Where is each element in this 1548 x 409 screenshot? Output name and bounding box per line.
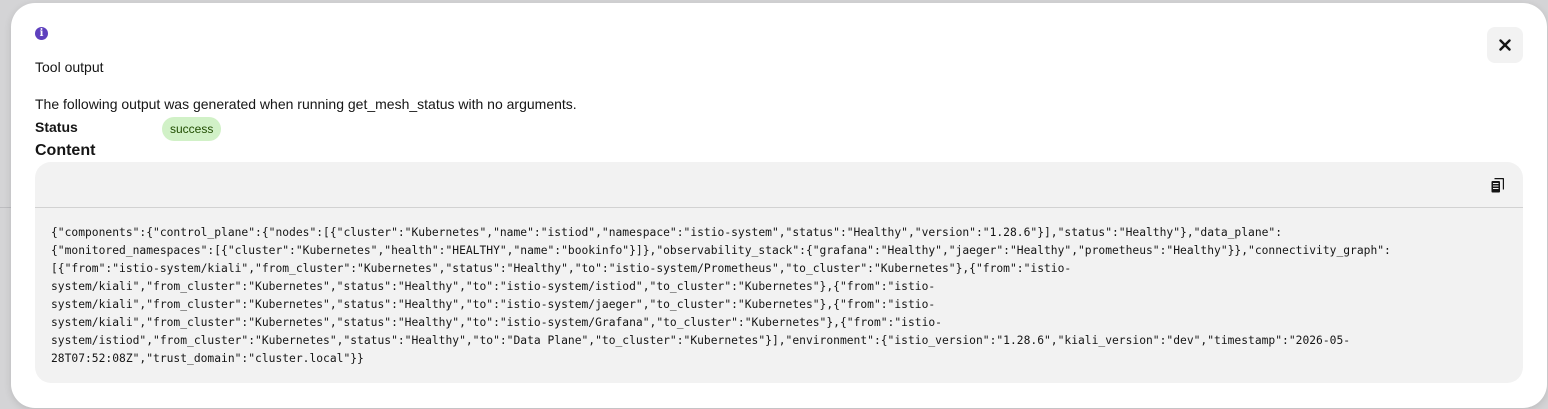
code-line: system/kiali","from_cluster":"Kubernetes… (51, 316, 942, 329)
code-block-header (35, 162, 1523, 208)
content-heading: Content (35, 142, 96, 159)
backdrop-divider (0, 207, 11, 208)
code-line: [{"from":"istio-system/kiali","from_clus… (51, 262, 1072, 275)
code-line: system/kiali","from_cluster":"Kubernetes… (51, 280, 936, 293)
code-line: system/istiod","from_cluster":"Kubernete… (51, 334, 1351, 347)
code-line: system/kiali","from_cluster":"Kubernetes… (51, 298, 936, 311)
info-icon: i (35, 27, 48, 40)
status-badge: success (162, 117, 222, 141)
close-icon (1499, 39, 1511, 51)
status-label: Status (35, 119, 78, 135)
code-line: {"components":{"control_plane":{"nodes":… (51, 226, 1283, 239)
copy-button[interactable] (1487, 175, 1507, 195)
code-line: 28T07:52:08Z","trust_domain":"cluster.lo… (51, 352, 364, 365)
close-button[interactable] (1487, 27, 1523, 63)
modal-title: Tool output (35, 59, 104, 75)
code-content: {"components":{"control_plane":{"nodes":… (35, 208, 1523, 368)
code-block: {"components":{"control_plane":{"nodes":… (35, 162, 1523, 383)
copy-icon (1491, 177, 1504, 192)
modal-description: The following output was generated when … (35, 96, 577, 112)
tool-output-modal: i Tool output The following output was g… (11, 3, 1547, 408)
code-line: {"monitored_namespaces":[{"cluster":"Kub… (51, 244, 1391, 257)
